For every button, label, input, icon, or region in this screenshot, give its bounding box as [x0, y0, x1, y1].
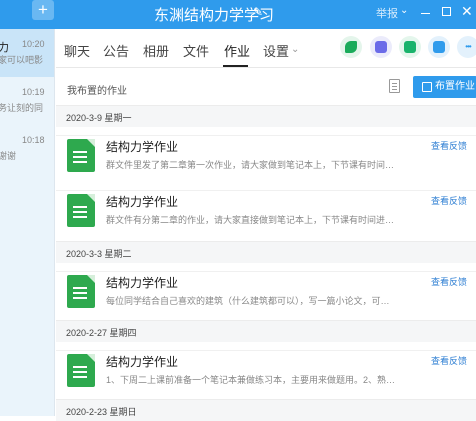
view-feedback-link[interactable]: 查看反馈 [431, 354, 467, 367]
conversation-preview: 谢谢 [0, 151, 17, 161]
homework-description: 1、下周二上课前准备一个笔记本兼做练习本，主要用来做题用。2、熟悉腾讯... [106, 375, 398, 385]
edit-icon [422, 82, 432, 92]
document-icon [67, 275, 95, 308]
view-feedback-link[interactable]: 查看反馈 [431, 139, 467, 152]
homework-title: 结构力学作业 [106, 276, 179, 290]
tab-bar: 聊天 公告 相册 文件 作业 设置 ⌄ ••• [56, 29, 476, 68]
conversation-time: 10:18 [22, 135, 45, 145]
report-link[interactable]: 举报 [376, 5, 398, 21]
tab-notice[interactable]: 公告 [103, 41, 129, 60]
tab-settings[interactable]: 设置 [263, 41, 289, 60]
maximize-button[interactable] [442, 7, 451, 16]
section-label: 我布置的作业 [67, 86, 127, 97]
date-divider: 2020-2-23 星期日 [56, 399, 476, 421]
active-tab-indicator [223, 65, 248, 67]
date-label: 2020-3-9 星期一 [66, 113, 132, 123]
conversation-preview: 家可以吧影 [0, 55, 44, 65]
homework-description: 每位同学结合自己喜欢的建筑（什么建筑都可以），写一篇小论文，可以有图... [106, 296, 398, 306]
conversation-list: 力 10:20 家可以吧影 10:19 务让刻的同 10:18 谢谢 [0, 29, 55, 416]
homework-title: 结构力学作业 [106, 140, 179, 154]
file-transfer-icon[interactable] [399, 36, 421, 58]
homework-description: 群文件有分第二章的作业，请大家直接做到笔记本上，下节课有时间进行讨论... [106, 215, 398, 225]
list-item[interactable]: 力 10:20 家可以吧影 [0, 29, 54, 77]
document-icon [67, 194, 95, 227]
view-feedback-link[interactable]: 查看反馈 [431, 275, 467, 288]
homework-header: 我布置的作业 布置作业 [56, 74, 476, 104]
date-label: 2020-3-3 星期二 [66, 249, 132, 259]
homework-item[interactable]: 结构力学作业 群文件有分第二章的作业，请大家直接做到笔记本上，下节课有时间进行讨… [56, 190, 476, 239]
homework-item[interactable]: 结构力学作业 每位同学结合自己喜欢的建筑（什么建筑都可以），写一篇小论文，可以有… [56, 271, 476, 320]
phone-icon[interactable] [340, 36, 362, 58]
edit-icon[interactable]: ✎ [253, 5, 263, 19]
chevron-down-icon[interactable]: ⌄ [291, 44, 299, 55]
homework-item[interactable]: 结构力学作业 群文件里发了第二章第一次作业，请大家做到笔记本上，下节课有时间进行… [56, 135, 476, 184]
list-item[interactable]: 10:18 谢谢 [0, 125, 54, 173]
tab-album[interactable]: 相册 [143, 41, 169, 60]
add-app-icon[interactable] [428, 36, 450, 58]
assign-homework-label: 布置作业 [435, 81, 475, 92]
date-divider: 2020-2-27 星期四 [56, 320, 476, 342]
date-label: 2020-2-23 星期日 [66, 407, 137, 417]
document-icon[interactable] [389, 79, 400, 93]
assign-homework-button[interactable]: 布置作业 [413, 76, 476, 98]
more-icon[interactable]: ••• [457, 36, 476, 58]
homework-item[interactable]: 结构力学作业 1、下周二上课前准备一个笔记本兼做练习本，主要用来做题用。2、熟悉… [56, 350, 476, 399]
homework-title: 结构力学作业 [106, 195, 179, 209]
conversation-time: 10:20 [22, 39, 45, 49]
tab-files[interactable]: 文件 [183, 41, 209, 60]
document-icon [67, 354, 95, 387]
document-icon [67, 139, 95, 172]
homework-title: 结构力学作业 [106, 355, 179, 369]
date-divider: 2020-3-9 星期一 [56, 105, 476, 127]
minimize-button[interactable] [421, 13, 430, 14]
video-icon[interactable] [370, 36, 392, 58]
title-bar: + 东渊结构力学学习 ✎ 举报 ⌄ ✕ [0, 0, 476, 29]
close-button[interactable]: ✕ [461, 3, 473, 20]
group-panel: 聊天 公告 相册 文件 作业 设置 ⌄ ••• 我布置的作业 布置作业 2020… [56, 29, 476, 421]
conversation-preview: 务让刻的同 [0, 103, 44, 113]
conversation-time: 10:19 [22, 87, 45, 97]
list-item[interactable]: 10:19 务让刻的同 [0, 77, 54, 125]
tab-chat[interactable]: 聊天 [64, 41, 90, 60]
date-label: 2020-2-27 星期四 [66, 328, 137, 338]
date-divider: 2020-3-3 星期二 [56, 241, 476, 263]
add-icon[interactable]: + [32, 0, 54, 20]
chevron-down-icon[interactable]: ⌄ [400, 5, 408, 16]
tab-homework[interactable]: 作业 [224, 41, 250, 60]
homework-description: 群文件里发了第二章第一次作业，请大家做到笔记本上，下节课有时间进行讨... [106, 160, 398, 170]
view-feedback-link[interactable]: 查看反馈 [431, 194, 467, 207]
